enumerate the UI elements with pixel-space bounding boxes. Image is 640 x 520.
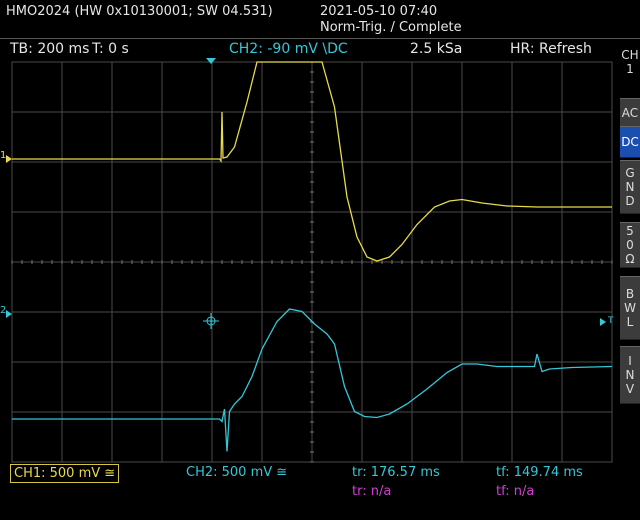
- side-button-label: 5 0 Ω: [625, 224, 635, 266]
- ch2-setting[interactable]: CH2: 500 mV ≅: [186, 465, 287, 480]
- side-button-label: B W L: [624, 287, 636, 329]
- ch1-setting[interactable]: CH1: 500 mV ≅: [10, 464, 120, 483]
- waveform-display[interactable]: [0, 0, 640, 520]
- graticule: [11, 61, 613, 463]
- rise-time-ch2: tr: 176.57 ms: [352, 465, 440, 480]
- side-button-label: I N V: [625, 354, 635, 396]
- side-button-inv[interactable]: I N V: [620, 346, 640, 404]
- trigger-point-crosshair-icon: [203, 313, 219, 329]
- side-menu-channel: CH 1: [620, 48, 640, 76]
- side-button-gnd[interactable]: G N D: [620, 160, 640, 214]
- side-button-ac[interactable]: AC: [620, 98, 640, 128]
- ch2-marker-label: 2: [0, 305, 7, 316]
- rise-time-ch1: tr: n/a: [352, 484, 392, 499]
- side-button-bwl[interactable]: B W L: [620, 276, 640, 340]
- side-button-label: G N D: [625, 166, 635, 208]
- trigger-level-arrow[interactable]: [600, 318, 606, 326]
- side-button-dc[interactable]: DC: [620, 126, 640, 158]
- fall-time-ch1: tf: n/a: [496, 484, 535, 499]
- ch1-marker-label: 1: [0, 150, 7, 161]
- side-button-label: AC: [621, 106, 639, 120]
- trigger-position-marker[interactable]: [206, 58, 216, 64]
- trigger-level-label: T: [608, 316, 614, 326]
- side-menu-channel-label: CH 1: [621, 48, 639, 76]
- ch1-ground-marker[interactable]: [6, 155, 12, 163]
- ch2-ground-marker[interactable]: [6, 310, 12, 318]
- side-button-label: DC: [621, 135, 639, 149]
- fall-time-ch2: tf: 149.74 ms: [496, 465, 583, 480]
- side-button-50ohm[interactable]: 5 0 Ω: [620, 222, 640, 268]
